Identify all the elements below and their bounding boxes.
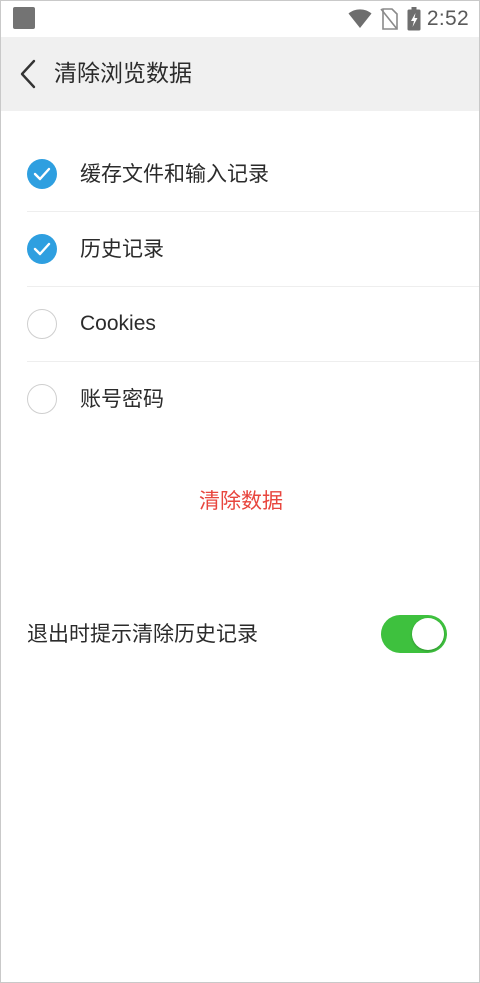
clear-data-button[interactable]: 清除数据	[141, 481, 341, 521]
app-notification-icon	[13, 7, 35, 29]
option-label: Cookies	[80, 312, 156, 335]
checkbox-unchecked[interactable]	[27, 384, 57, 414]
status-bar: 2:52	[1, 1, 479, 37]
chevron-left-icon[interactable]	[15, 57, 43, 91]
checkbox-unchecked[interactable]	[27, 309, 57, 339]
exit-prompt-toggle[interactable]	[381, 615, 447, 653]
exit-prompt-row: 退出时提示清除历史记录	[27, 611, 451, 657]
app-header: 清除浏览数据	[1, 37, 479, 111]
check-icon	[33, 167, 51, 181]
toggle-knob	[412, 618, 444, 650]
battery-charging-icon	[407, 7, 421, 31]
option-history[interactable]: 历史记录	[27, 212, 479, 287]
option-label: 缓存文件和输入记录	[80, 162, 269, 186]
checkbox-checked[interactable]	[27, 159, 57, 189]
option-cookies[interactable]: Cookies	[27, 287, 479, 362]
exit-prompt-label: 退出时提示清除历史记录	[27, 622, 258, 646]
option-label: 账号密码	[80, 387, 164, 411]
status-icons: 2:52	[348, 6, 469, 32]
clear-options-list: 缓存文件和输入记录 历史记录 Cookies 账号密码	[27, 137, 479, 436]
screen: 2:52 清除浏览数据 缓存文件和输入记录 历史记录 Cookies 账号密码 …	[0, 0, 480, 983]
wifi-icon	[348, 9, 372, 28]
page-title: 清除浏览数据	[54, 61, 192, 87]
option-cache-and-input[interactable]: 缓存文件和输入记录	[27, 137, 479, 212]
check-icon	[33, 242, 51, 256]
clock: 2:52	[426, 7, 469, 30]
option-account-passwords[interactable]: 账号密码	[27, 362, 479, 436]
option-label: 历史记录	[80, 237, 164, 261]
checkbox-checked[interactable]	[27, 234, 57, 264]
no-sim-icon	[380, 8, 398, 30]
